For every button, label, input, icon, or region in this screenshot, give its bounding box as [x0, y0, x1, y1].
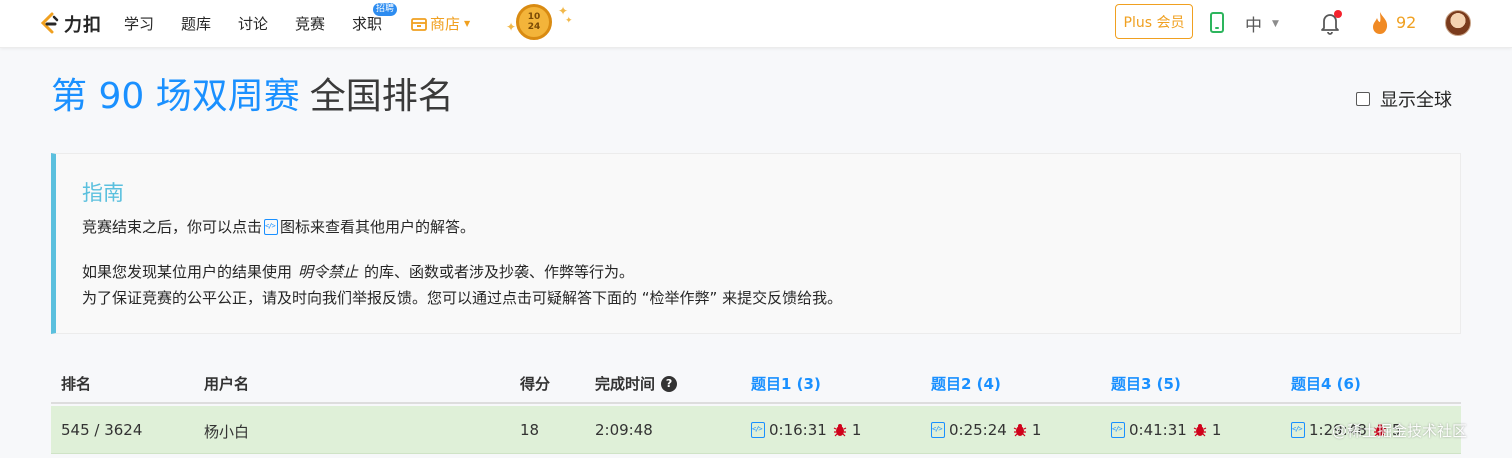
jobs-badge: 招聘	[373, 3, 398, 16]
table-row: 545 / 3624 杨小白 18 2:09:48 0:16:31 1 0:25…	[51, 406, 1461, 454]
plus-membership-button[interactable]: Plus 会员	[1115, 4, 1193, 39]
help-icon[interactable]: ?	[661, 375, 678, 392]
watermark: @稀土掘金技术社区	[1332, 422, 1468, 440]
nav-item-contest[interactable]: 竞赛	[295, 13, 325, 34]
nav-item-problems[interactable]: 题库	[181, 13, 211, 34]
q3-time: 0:41:31	[1129, 421, 1187, 439]
header-username: 用户名	[204, 375, 250, 393]
show-global-checkbox[interactable]	[1356, 92, 1370, 106]
header-finish-time-label: 完成时间	[595, 375, 656, 393]
avatar[interactable]	[1445, 10, 1471, 36]
coin-line-2: 24	[527, 22, 541, 32]
sparkle-icon: ✦	[565, 16, 573, 26]
bug-icon	[1013, 424, 1027, 437]
solution-icon[interactable]	[751, 422, 765, 438]
cell-question-2: 0:25:24 1	[931, 421, 1041, 439]
shop-icon	[411, 18, 427, 31]
guide-line-2-after: 的库、函数或者涉及抄袭、作弊等行为。	[364, 263, 635, 281]
q1-bugs: 1	[851, 421, 862, 439]
guide-line-2: 如果您发现某位用户的结果使用 明令禁止 的库、函数或者涉及抄袭、作弊等行为。	[82, 261, 634, 282]
solution-icon[interactable]	[1291, 422, 1305, 438]
guide-line-1: 竞赛结束之后，你可以点击 图标来查看其他用户的解答。	[82, 216, 475, 237]
q2-time: 0:25:24	[949, 421, 1007, 439]
guide-line-1-after: 图标来查看其他用户的解答。	[280, 218, 476, 236]
cell-finish-time: 2:09:48	[595, 421, 653, 439]
bug-icon	[1193, 424, 1207, 437]
coin-line-1: 10	[527, 12, 541, 22]
header-question-3[interactable]: 题目3 (5)	[1111, 373, 1181, 394]
header-question-2[interactable]: 题目2 (4)	[931, 373, 1001, 394]
chevron-down-icon: ▼	[464, 19, 471, 28]
header-score: 得分	[520, 375, 551, 393]
cell-username[interactable]: 杨小白	[204, 421, 249, 442]
q1-time: 0:16:31	[769, 421, 827, 439]
bug-icon	[833, 424, 847, 437]
logo[interactable]: 力扣	[38, 10, 102, 38]
guide-title: 指南	[82, 181, 124, 205]
header-question-1[interactable]: 题目1 (3)	[751, 373, 821, 394]
guide-line-2-before: 如果您发现某位用户的结果使用	[82, 263, 293, 281]
cell-question-3: 0:41:31 1	[1111, 421, 1221, 439]
nav-item-discuss[interactable]: 讨论	[238, 13, 268, 34]
guide-line-2-em: 明令禁止	[298, 263, 359, 281]
solution-icon[interactable]	[1111, 422, 1125, 438]
phone-icon[interactable]	[1210, 12, 1224, 33]
notification-dot	[1334, 10, 1342, 18]
points-count: 92	[1396, 13, 1417, 32]
nav-item-jobs[interactable]: 求职	[352, 13, 382, 34]
chevron-down-icon: ▼	[1272, 18, 1279, 29]
show-global-label: 显示全球	[1380, 90, 1452, 111]
q2-bugs: 1	[1031, 421, 1042, 439]
cell-rank: 545 / 3624	[61, 421, 143, 439]
q3-bugs: 1	[1211, 421, 1222, 439]
header-rank: 排名	[61, 375, 92, 393]
nav-item-shop[interactable]: 商店 ▼	[411, 13, 470, 34]
coin-icon[interactable]: 10 24	[516, 4, 552, 40]
guide-line-3: 为了保证竞赛的公平公正，请及时向我们举报反馈。您可以通过点击可疑解答下面的 “检…	[82, 289, 843, 307]
header-question-4[interactable]: 题目4 (6)	[1291, 373, 1361, 394]
fire-icon[interactable]	[1370, 11, 1390, 35]
solution-icon[interactable]	[931, 422, 945, 438]
page-title: 第 90 场双周赛 全国排名	[51, 72, 454, 122]
cell-question-1: 0:16:31 1	[751, 421, 861, 439]
guide-line-1-before: 竞赛结束之后，你可以点击	[82, 218, 263, 236]
cell-score: 18	[520, 421, 540, 439]
shop-label: 商店	[430, 15, 461, 33]
logo-icon	[40, 12, 59, 34]
top-nav: 力扣 学习 题库 讨论 竞赛 求职 招聘 商店 ▼ ✦ ✦ ✦ 10 24 Pl…	[0, 0, 1512, 48]
logo-text: 力扣	[64, 15, 102, 36]
show-global-toggle[interactable]: 显示全球	[1356, 86, 1452, 112]
contest-name[interactable]: 第 90 场双周赛	[51, 76, 300, 117]
solution-icon	[264, 218, 279, 235]
header-finish-time: 完成时间 ?	[595, 373, 678, 394]
guide-panel: 指南 竞赛结束之后，你可以点击 图标来查看其他用户的解答。 如果您发现某位用户的…	[51, 153, 1461, 334]
language-selector[interactable]: 中 ▼	[1245, 11, 1279, 36]
nav-item-learn[interactable]: 学习	[124, 13, 154, 34]
ranking-scope: 全国排名	[309, 76, 454, 117]
ranking-table-header: 排名 用户名 得分 完成时间 ? 题目1 (3) 题目2 (4) 题目3 (5)…	[51, 360, 1461, 404]
language-label: 中	[1245, 16, 1262, 36]
sparkle-icon: ✦	[506, 20, 517, 34]
